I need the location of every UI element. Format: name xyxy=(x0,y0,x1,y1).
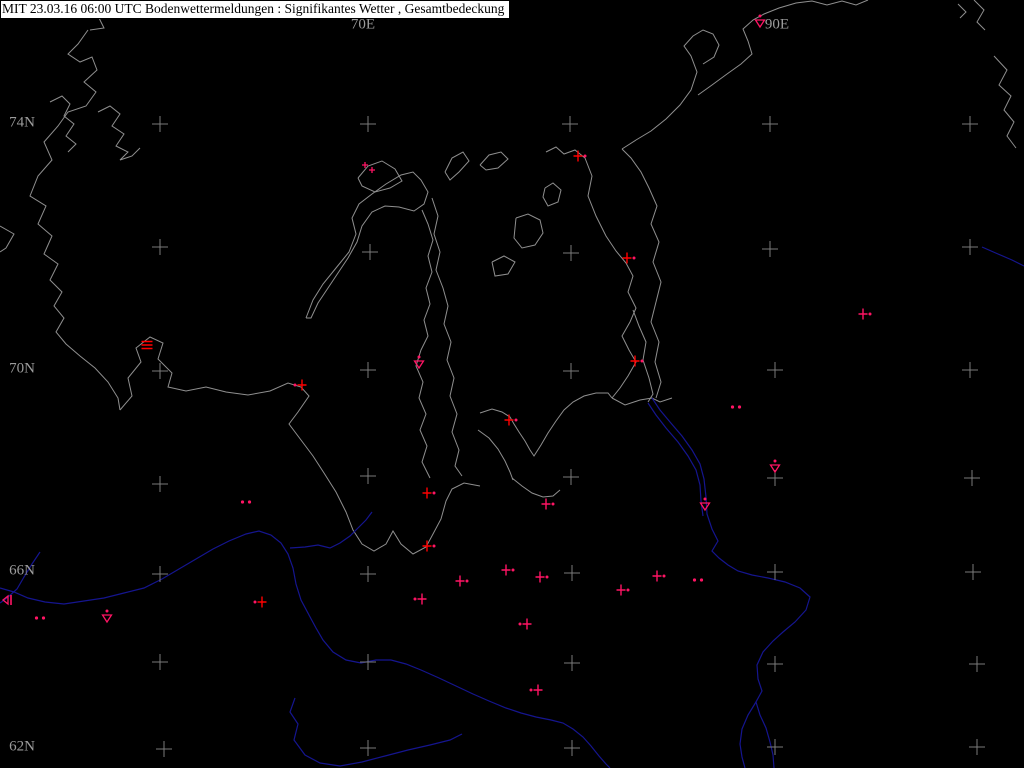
weather-symbol-snow xyxy=(652,570,666,582)
coastline xyxy=(119,336,481,555)
grid-cross xyxy=(564,740,580,756)
coastline xyxy=(479,392,613,457)
latitude-label: 74N xyxy=(9,114,35,131)
river xyxy=(0,530,611,768)
grid-cross xyxy=(969,739,985,755)
weather-symbol-snow xyxy=(504,414,518,426)
weather-symbol-snow xyxy=(858,308,872,320)
grid-cross xyxy=(152,116,168,132)
weather-symbol-snow xyxy=(413,593,427,605)
grid-cross xyxy=(564,565,580,581)
weather-symbol-shower xyxy=(101,609,113,624)
latitude-label: 70N xyxy=(9,360,35,377)
weather-symbol-snow xyxy=(535,571,549,583)
river xyxy=(651,397,811,768)
weather-symbol-snow xyxy=(630,355,644,367)
weather-symbol-snow xyxy=(253,596,267,608)
coastline xyxy=(444,151,470,181)
weather-symbol-rain xyxy=(692,578,704,582)
weather-symbol-snow xyxy=(518,618,532,630)
coastline xyxy=(511,477,561,498)
coastline xyxy=(632,309,654,403)
grid-cross xyxy=(962,362,978,378)
weather-symbol-shower xyxy=(754,14,766,29)
grid-cross xyxy=(762,241,778,257)
weather-symbol-snow xyxy=(616,584,630,596)
grid-cross xyxy=(360,362,376,378)
coastline xyxy=(973,0,986,31)
coastline xyxy=(584,157,637,399)
grid-cross xyxy=(360,654,376,670)
coastline xyxy=(29,29,121,411)
map-title: MIT 23.03.16 06:00 UTC Bodenwettermeldun… xyxy=(2,1,505,16)
coastline xyxy=(957,3,967,19)
river xyxy=(289,697,463,767)
grid-cross xyxy=(360,740,376,756)
grid-cross xyxy=(563,363,579,379)
grid-cross xyxy=(962,239,978,255)
grid-cross xyxy=(152,654,168,670)
latitude-label: 66N xyxy=(9,562,35,579)
grid-cross xyxy=(563,245,579,261)
longitude-label: 70E xyxy=(350,16,376,33)
grid-cross xyxy=(360,116,376,132)
grid-cross xyxy=(152,239,168,255)
weather-symbol-rain xyxy=(730,405,742,409)
grid-cross xyxy=(767,656,783,672)
coastline xyxy=(0,225,15,253)
weather-symbol-snow xyxy=(293,379,307,391)
coastline xyxy=(621,148,662,303)
river xyxy=(647,402,704,517)
weather-symbol-snow xyxy=(422,487,436,499)
coastline xyxy=(993,55,1017,149)
coastline xyxy=(611,397,673,406)
grid-cross xyxy=(563,469,579,485)
weather-symbol-rain xyxy=(34,616,46,620)
coastline xyxy=(477,429,514,481)
latitude-label: 62N xyxy=(9,738,35,755)
title-bar: MIT 23.03.16 06:00 UTC Bodenwettermeldun… xyxy=(0,0,511,19)
grid-cross xyxy=(152,363,168,379)
coastline xyxy=(697,0,869,96)
grid-cross xyxy=(152,476,168,492)
river xyxy=(739,701,757,768)
grid-cross xyxy=(360,566,376,582)
river xyxy=(289,511,373,549)
grid-cross xyxy=(762,116,778,132)
grid-cross xyxy=(564,655,580,671)
grid-cross xyxy=(152,566,168,582)
coastline xyxy=(415,209,434,479)
grid-cross xyxy=(964,470,980,486)
map-canvas: MIT 23.03.16 06:00 UTC Bodenwettermeldun… xyxy=(0,0,1024,768)
grid-cross xyxy=(156,741,172,757)
grid-cross xyxy=(962,116,978,132)
grid-cross xyxy=(767,564,783,580)
weather-map xyxy=(0,0,1024,768)
coastline xyxy=(431,197,463,477)
weather-symbol-snow xyxy=(541,498,555,510)
grid-cross xyxy=(965,564,981,580)
coastline xyxy=(491,255,516,277)
grid-cross xyxy=(562,116,578,132)
grid-cross xyxy=(969,656,985,672)
weather-symbol-snow xyxy=(455,575,469,587)
grid-cross xyxy=(360,468,376,484)
weather-symbol-snow xyxy=(573,150,587,162)
weather-symbol-snow xyxy=(529,684,543,696)
weather-symbol-snow xyxy=(501,564,515,576)
river xyxy=(981,246,1024,267)
coastline xyxy=(97,105,141,161)
coastline xyxy=(305,171,429,319)
coastline xyxy=(650,301,662,399)
coastline xyxy=(542,182,562,207)
longitude-label: 90E xyxy=(764,16,790,33)
coastline xyxy=(479,151,509,171)
coastline xyxy=(513,213,544,249)
coastline xyxy=(621,29,720,150)
coastline xyxy=(49,95,77,153)
weather-symbol-rain xyxy=(240,500,252,504)
grid-cross xyxy=(767,362,783,378)
grid-cross xyxy=(362,244,378,260)
